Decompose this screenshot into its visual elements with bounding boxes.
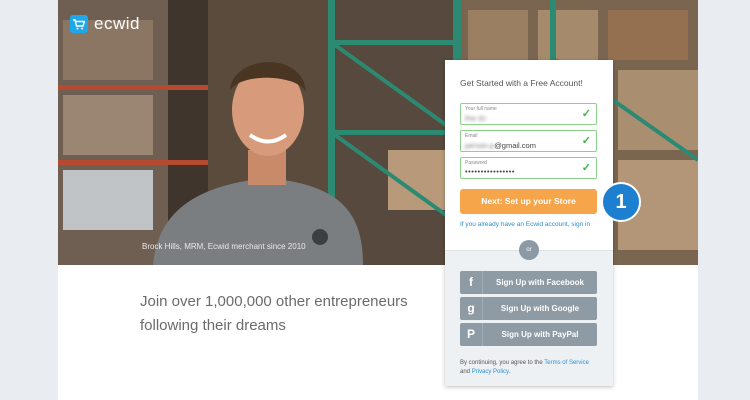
next-setup-store-button[interactable]: Next: Set up your Store bbox=[460, 189, 597, 214]
cart-icon bbox=[70, 15, 88, 33]
facebook-icon: f bbox=[460, 271, 483, 294]
email-label: Email bbox=[465, 133, 478, 139]
tagline-line-1: Join over 1,000,000 other entrepreneurs bbox=[140, 293, 408, 310]
email-field[interactable]: Email person.p@gmail.com ✓ bbox=[460, 130, 597, 152]
google-icon: g bbox=[460, 297, 483, 320]
ecwid-logo[interactable]: ecwid bbox=[70, 14, 140, 34]
password-label: Password bbox=[465, 160, 487, 166]
google-signup-button[interactable]: g Sign Up with Google bbox=[460, 297, 597, 320]
signup-title: Get Started with a Free Account! bbox=[460, 78, 583, 88]
signup-card: Get Started with a Free Account! Your fu… bbox=[445, 60, 613, 386]
paypal-signup-label: Sign Up with PayPal bbox=[501, 330, 579, 339]
terms-and: and bbox=[460, 369, 472, 375]
paypal-signup-button[interactable]: P Sign Up with PayPal bbox=[460, 323, 597, 346]
terms-of-service-link[interactable]: Terms of Service bbox=[544, 360, 589, 366]
check-icon: ✓ bbox=[581, 108, 591, 120]
full-name-label: Your full name bbox=[465, 106, 497, 112]
email-value-hidden: person.p bbox=[465, 141, 495, 150]
email-value: person.p@gmail.com bbox=[465, 141, 536, 150]
terms-prefix: By continuing, you agree to the bbox=[460, 360, 545, 366]
brand-name: ecwid bbox=[94, 14, 140, 33]
password-value: •••••••••••••••• bbox=[465, 167, 516, 176]
google-signup-label: Sign Up with Google bbox=[500, 304, 580, 313]
password-field[interactable]: Password •••••••••••••••• ✓ bbox=[460, 157, 597, 179]
hero-caption: Brock Hills, MRM, Ecwid merchant since 2… bbox=[142, 242, 306, 251]
sign-in-link[interactable]: If you already have an Ecwid account, si… bbox=[460, 221, 590, 228]
terms-notice: By continuing, you agree to the Terms of… bbox=[460, 359, 600, 377]
email-value-domain: @gmail.com bbox=[494, 141, 536, 150]
full-name-value: Per Er bbox=[465, 114, 487, 123]
step-number-badge: 1 bbox=[601, 182, 641, 222]
check-icon: ✓ bbox=[581, 135, 591, 147]
facebook-signup-button[interactable]: f Sign Up with Facebook bbox=[460, 271, 597, 294]
tagline: Join over 1,000,000 other entrepreneurs … bbox=[140, 290, 430, 338]
tagline-line-2: following their dreams bbox=[140, 317, 286, 334]
full-name-field[interactable]: Your full name Per Er ✓ bbox=[460, 103, 597, 125]
facebook-signup-label: Sign Up with Facebook bbox=[495, 278, 584, 287]
terms-suffix: . bbox=[508, 369, 511, 375]
or-divider-badge: or bbox=[519, 240, 539, 260]
privacy-policy-link[interactable]: Privacy Policy bbox=[472, 369, 509, 375]
signup-form: Get Started with a Free Account! Your fu… bbox=[445, 60, 613, 250]
paypal-icon: P bbox=[460, 323, 483, 346]
check-icon: ✓ bbox=[581, 162, 591, 174]
